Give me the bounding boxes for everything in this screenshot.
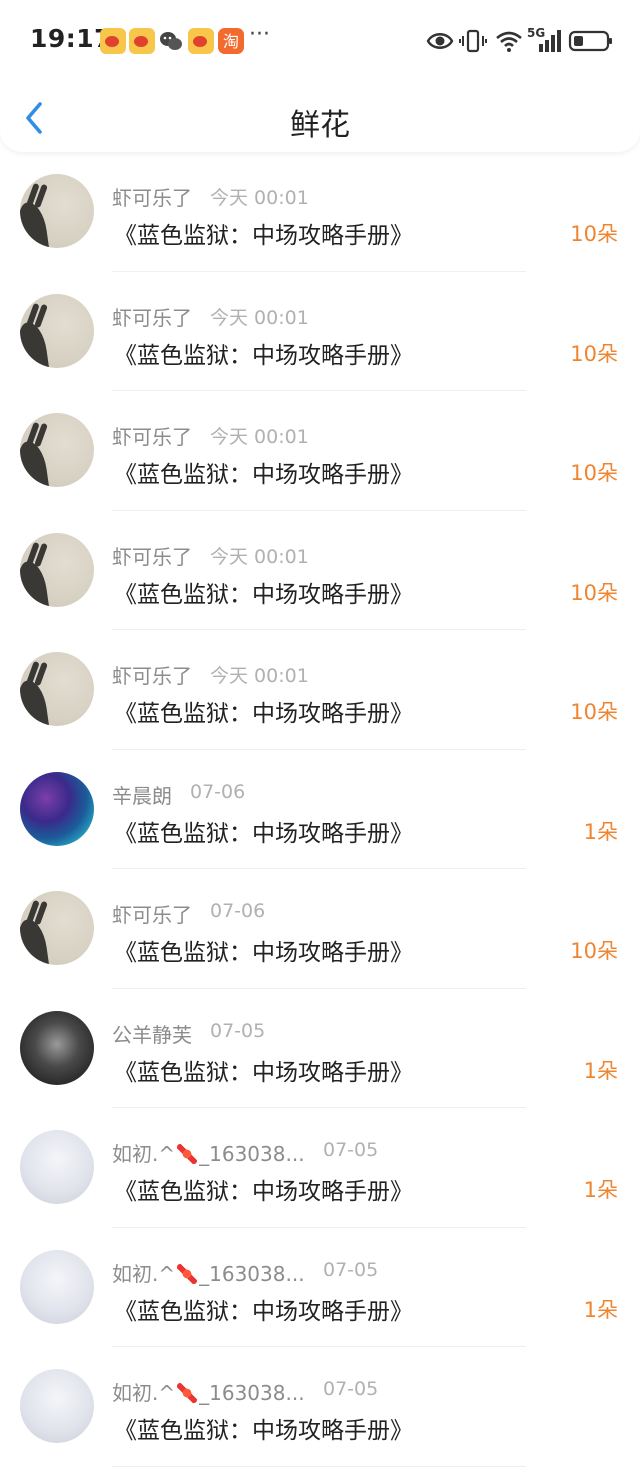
weibo-notification-icon: [129, 28, 155, 54]
avatar[interactable]: [20, 652, 94, 726]
book-title: 《蓝色监狱：中场攻略手册》: [114, 581, 413, 608]
avatar[interactable]: [20, 532, 94, 607]
user-name-text: 虾可乐了: [112, 186, 192, 210]
user-name: 虾可乐了: [112, 660, 192, 689]
user-name-text: 如初.^: [112, 1142, 176, 1166]
flower-amount: 1朵: [583, 819, 618, 844]
eye-icon: [426, 33, 454, 49]
user-name: 公羊静芙: [112, 1019, 192, 1048]
anger-emoji-icon: [177, 1144, 198, 1164]
book-title: 《蓝色监狱：中场攻略手册》: [114, 1298, 413, 1325]
book-title: 《蓝色监狱：中场攻略手册》: [114, 940, 413, 966]
timestamp: 今天 00:01: [210, 426, 309, 448]
list-item[interactable]: 虾可乐了 07-06 《蓝色监狱：中场攻略手册》 10朵: [0, 869, 640, 989]
list-item[interactable]: 虾可乐了 今天 00:01 《蓝色监狱：中场攻略手册》 10朵: [0, 391, 640, 511]
user-name: 如初.^ _163038...: [112, 1258, 305, 1287]
avatar[interactable]: [20, 1369, 94, 1443]
list-item[interactable]: 公羊静芙 07-05 《蓝色监狱：中场攻略手册》 1朵: [0, 989, 640, 1108]
anger-emoji-icon: [177, 1383, 198, 1403]
timestamp: 07-06: [210, 900, 266, 922]
timestamp: 07-05: [210, 1019, 266, 1042]
battery-icon: [568, 30, 612, 52]
timestamp: 今天 00:01: [210, 306, 309, 329]
signal-icon: [539, 30, 561, 52]
book-title: 《蓝色监狱：中场攻略手册》: [114, 1179, 413, 1205]
list-item[interactable]: 如初.^ _163038... 07-05 《蓝色监狱：中场攻略手册》: [0, 1347, 640, 1467]
user-name-suffix: _163038...: [199, 1381, 305, 1405]
avatar[interactable]: [20, 891, 94, 965]
weibo-notification-icon: [188, 28, 214, 54]
flower-amount: 1朵: [583, 1297, 618, 1322]
book-title: 《蓝色监狱：中场攻略手册》: [114, 820, 413, 847]
avatar[interactable]: [20, 1130, 94, 1204]
anger-emoji-icon: [177, 1263, 198, 1284]
user-name-text: 虾可乐了: [112, 664, 192, 688]
avatar[interactable]: [20, 293, 94, 368]
user-name-text: 虾可乐了: [112, 903, 192, 927]
timestamp: 07-05: [323, 1378, 379, 1400]
book-title: 《蓝色监狱：中场攻略手册》: [114, 342, 413, 369]
timestamp: 今天 00:01: [210, 187, 309, 209]
avatar[interactable]: [20, 771, 94, 846]
list-item[interactable]: 虾可乐了 今天 00:01 《蓝色监狱：中场攻略手册》 10朵: [0, 272, 640, 391]
weibo-notification-icon: [100, 28, 126, 54]
taobao-notification-icon: 淘: [218, 28, 244, 54]
user-name-text: 虾可乐了: [112, 305, 192, 330]
user-name: 辛晨朗: [112, 780, 172, 809]
list-item[interactable]: 虾可乐了 今天 00:01 《蓝色监狱：中场攻略手册》 10朵: [0, 630, 640, 750]
user-name: 如初.^ _163038...: [112, 1377, 305, 1406]
timestamp: 今天 00:01: [210, 665, 309, 687]
user-name: 虾可乐了: [112, 899, 192, 928]
avatar[interactable]: [20, 1010, 94, 1085]
avatar[interactable]: [20, 1249, 94, 1324]
book-title: 《蓝色监狱：中场攻略手册》: [114, 223, 413, 249]
user-name: 虾可乐了: [112, 182, 192, 211]
user-name-text: 辛晨朗: [112, 783, 172, 808]
list-item[interactable]: 如初.^ _163038... 07-05 《蓝色监狱：中场攻略手册》 1朵: [0, 1228, 640, 1347]
book-title: 《蓝色监狱：中场攻略手册》: [114, 1418, 413, 1444]
user-name-suffix: _163038...: [199, 1261, 305, 1286]
flower-amount: 10朵: [570, 700, 618, 724]
user-name-text: 虾可乐了: [112, 425, 192, 449]
book-title: 《蓝色监狱：中场攻略手册》: [114, 701, 413, 727]
user-name-text: 公羊静芙: [112, 1022, 192, 1047]
status-bar: 19:17 淘 ··· 5G: [0, 0, 640, 80]
divider: [112, 1465, 526, 1467]
user-name: 如初.^ _163038...: [112, 1138, 305, 1167]
flower-amount: 10朵: [570, 461, 618, 485]
avatar[interactable]: [20, 413, 94, 487]
wechat-notification-icon: [158, 28, 184, 54]
user-name-suffix: _163038...: [199, 1142, 305, 1166]
flower-amount: 10朵: [570, 341, 618, 366]
user-name-text: 如初.^: [112, 1261, 176, 1286]
more-notifications-icon: ···: [249, 22, 270, 47]
flower-record-list: 虾可乐了 今天 00:01 《蓝色监狱：中场攻略手册》 10朵 虾可乐了 今天 00:01…: [0, 152, 640, 1467]
svg-text:淘: 淘: [223, 32, 239, 51]
top-bar: 19:17 淘 ··· 5G 鲜花: [0, 0, 640, 152]
timestamp: 今天 00:01: [210, 545, 309, 568]
flower-amount: 1朵: [583, 1058, 618, 1083]
user-name-text: 如初.^: [112, 1381, 176, 1405]
flower-amount: 10朵: [570, 580, 618, 605]
timestamp: 07-05: [323, 1258, 379, 1281]
book-title: 《蓝色监狱：中场攻略手册》: [114, 1059, 413, 1086]
flower-amount: 1朵: [583, 1178, 618, 1202]
book-title: 《蓝色监狱：中场攻略手册》: [114, 462, 413, 488]
user-name: 虾可乐了: [112, 541, 192, 570]
list-item[interactable]: 虾可乐了 今天 00:01 《蓝色监狱：中场攻略手册》 10朵: [0, 152, 640, 272]
user-name-text: 虾可乐了: [112, 544, 192, 569]
timestamp: 07-05: [323, 1139, 379, 1161]
timestamp: 07-06: [190, 780, 246, 803]
user-name: 虾可乐了: [112, 421, 192, 450]
flower-amount: 10朵: [570, 939, 618, 963]
list-item[interactable]: 辛晨朗 07-06 《蓝色监狱：中场攻略手册》 1朵: [0, 750, 640, 869]
wifi-icon: [496, 31, 522, 52]
list-item[interactable]: 如初.^ _163038... 07-05 《蓝色监狱：中场攻略手册》 1朵: [0, 1108, 640, 1228]
page-title: 鲜花: [290, 108, 350, 143]
user-name: 虾可乐了: [112, 302, 192, 331]
vibrate-icon: [459, 29, 487, 53]
flower-amount: 10朵: [570, 222, 618, 246]
list-item[interactable]: 虾可乐了 今天 00:01 《蓝色监狱：中场攻略手册》 10朵: [0, 511, 640, 630]
avatar[interactable]: [20, 174, 94, 248]
